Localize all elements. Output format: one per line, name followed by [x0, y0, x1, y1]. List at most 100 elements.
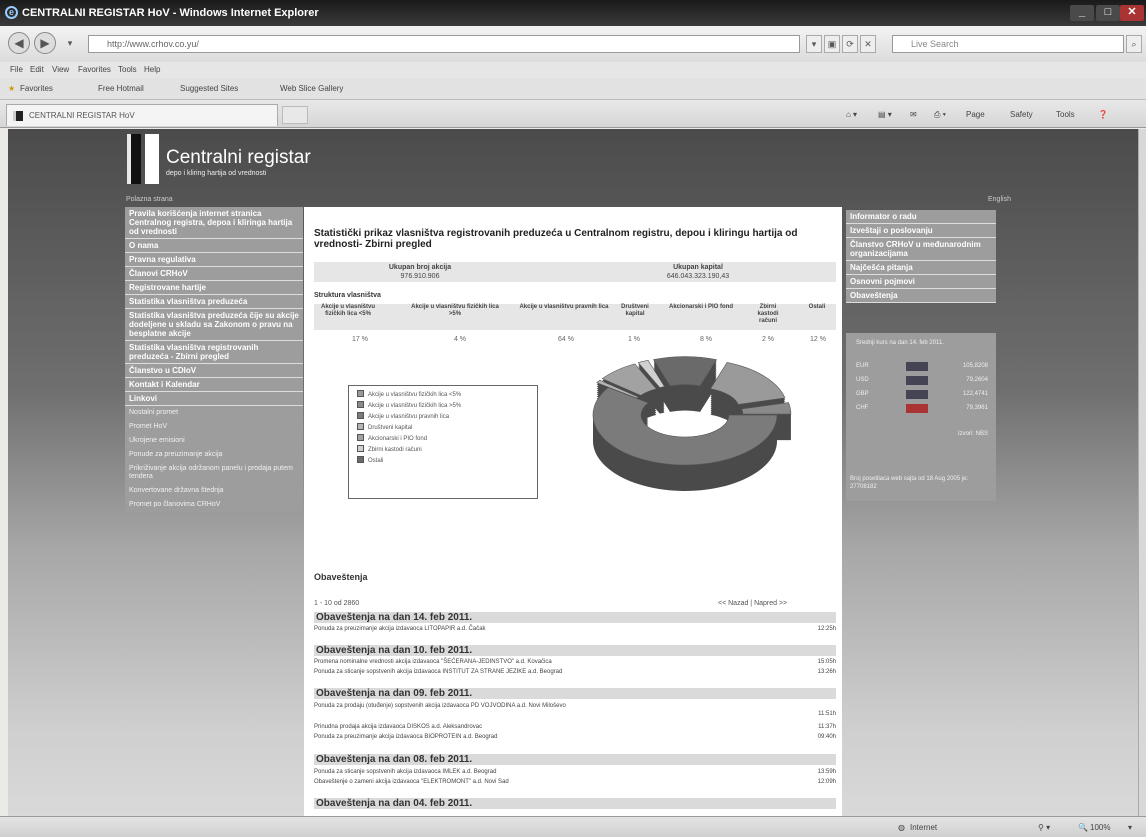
tab-centralni-registar[interactable]: CENTRALNI REGISTAR HoV	[6, 104, 278, 126]
forward-button[interactable]: ▶	[34, 32, 56, 54]
english-link[interactable]: English	[988, 196, 1011, 203]
home-link[interactable]: Polazna strana	[126, 196, 173, 203]
nav-item-securities[interactable]: Registrovane hartije	[125, 281, 303, 295]
announcement-text[interactable]: Prinudna prodaja akcija izdavaoca DISKOS…	[314, 724, 482, 730]
refresh-icon[interactable]: ⟳	[842, 35, 858, 53]
right-nav-item[interactable]: Izveštaji o poslovanju	[846, 224, 996, 238]
mail-icon[interactable]: ✉	[910, 110, 917, 119]
announcement-text[interactable]: Ponuda za sticanje sopstvenih akcija izd…	[314, 769, 496, 775]
menu-help[interactable]: Help	[144, 65, 160, 74]
announcement-row[interactable]: Ponuda za sticanje sopstvenih akcija izd…	[314, 668, 836, 676]
menu-file[interactable]: File	[10, 65, 23, 74]
announcement-row[interactable]: Promena nominalne vrednosti akcija izdav…	[314, 658, 836, 666]
right-nav-item[interactable]: Obaveštenja	[846, 289, 996, 303]
page-menu[interactable]: Page	[966, 110, 985, 119]
site-logo[interactable]	[127, 134, 141, 184]
announcements-pager[interactable]: << Nazad | Napred >>	[718, 600, 787, 607]
zoom-level[interactable]: 100%	[1090, 823, 1110, 832]
announcement-row[interactable]: Ponuda za preuzimanje akcija izdavaoca B…	[314, 733, 836, 741]
nav-subitem[interactable]: Promet po članovima CRHoV	[125, 498, 303, 512]
nav-item-links[interactable]: Linkovi	[125, 392, 303, 406]
new-tab-button[interactable]	[282, 106, 308, 124]
uk-flag-icon	[906, 390, 928, 399]
address-toolbar: ◀ ▶ ▾ http://www.crhov.co.yu/ ▾ ▣ ⟳ ✕ Li…	[0, 26, 1146, 62]
zoom-dropdown-icon[interactable]: ▾	[1128, 823, 1132, 832]
nav-subitem[interactable]: Konvertovane državna štednja	[125, 484, 303, 498]
nav-subitem[interactable]: Ponude za preuzimanje akcija	[125, 448, 303, 462]
legend-swatch	[357, 434, 364, 441]
announcement-text[interactable]: Ponuda za preuzimanje akcija izdavaoca B…	[314, 734, 497, 740]
safety-menu[interactable]: Safety	[1010, 110, 1033, 119]
tools-menu[interactable]: Tools	[1056, 110, 1075, 119]
address-input[interactable]: http://www.crhov.co.yu/	[88, 35, 800, 53]
print-icon[interactable]: ⎙ ▾	[934, 110, 946, 120]
nav-item-free-shares-stats[interactable]: Statistika vlasništva preduzeća čije su …	[125, 309, 303, 341]
nav-item-summary-stats[interactable]: Statistika vlasništva registrovanih pred…	[125, 341, 303, 364]
announcement-row[interactable]: Ponuda za prodaju (otuđenje) sopstvenih …	[314, 702, 836, 717]
maximize-button[interactable]: □	[1096, 5, 1120, 21]
nav-subitem[interactable]: Prikriživanje akcija održanom panelu i p…	[125, 462, 303, 484]
fav-link-webslice[interactable]: Web Slice Gallery	[280, 84, 343, 93]
announcement-time: 11:37h	[818, 724, 836, 730]
menu-view[interactable]: View	[52, 65, 69, 74]
menu-favorites[interactable]: Favorites	[78, 65, 111, 74]
nav-item-members[interactable]: Članovi CRHoV	[125, 267, 303, 281]
close-button[interactable]: ✕	[1120, 5, 1144, 21]
us-flag-icon	[906, 376, 928, 385]
nav-item-membership[interactable]: Članstvo u CDIoV	[125, 364, 303, 378]
announcement-text[interactable]: Promena nominalne vrednosti akcija izdav…	[314, 659, 552, 665]
nav-item-ownership-stats[interactable]: Statistika vlasništva preduzeća	[125, 295, 303, 309]
announcement-time: 15:05h	[817, 659, 836, 665]
announcement-row[interactable]: Obaveštenje o zameni akcija izdavaoca "E…	[314, 778, 836, 786]
visitor-counter: Broj posetilaca web sajta od 18 Aug 2005…	[850, 476, 969, 490]
right-nav-item[interactable]: Najčešća pitanja	[846, 261, 996, 275]
nav-subitem[interactable]: Ukrojene emisioni	[125, 434, 303, 448]
announcement-text[interactable]: Ponuda za preuzimanje akcija izdavaoca L…	[314, 626, 486, 632]
back-button[interactable]: ◀	[8, 32, 30, 54]
nav-item-rules[interactable]: Pravila korišćenja internet stranica Cen…	[125, 207, 303, 239]
zoom-icon[interactable]: 🔍	[1078, 823, 1088, 832]
rate-row: GBP 122,4741	[856, 390, 988, 400]
announcement-row[interactable]: Ponuda za sticanje sopstvenih akcija izd…	[314, 768, 836, 776]
right-nav-item[interactable]: Informator o radu	[846, 210, 996, 224]
announcement-row[interactable]: Prinudna prodaja akcija izdavaoca DISKOS…	[314, 723, 836, 731]
site-brand[interactable]: Centralni registar	[166, 147, 311, 169]
feeds-icon[interactable]: ▤ ▾	[878, 110, 892, 119]
right-nav-item[interactable]: Članstvo CRHoV u međunarodnim organizaci…	[846, 238, 996, 261]
total-shares: Ukupan broj akcija 976.910.906	[360, 263, 480, 281]
rates-source-link[interactable]: Izvori: NBS	[958, 431, 988, 437]
help-icon[interactable]: ❓	[1098, 110, 1108, 119]
protected-mode-icon[interactable]: ⚲ ▾	[1038, 823, 1050, 832]
right-navigation: Informator o radu Izveštaji o poslovanju…	[846, 210, 996, 303]
address-dropdown-icon[interactable]: ▾	[806, 35, 822, 53]
favorites-star-icon: ★	[8, 84, 16, 93]
history-dropdown-icon[interactable]: ▾	[62, 35, 78, 53]
right-nav-item[interactable]: Osnovni pojmovi	[846, 275, 996, 289]
fav-link-suggested[interactable]: Suggested Sites	[180, 84, 238, 93]
legend-swatch	[357, 423, 364, 430]
nav-subitem[interactable]: Nostalni promet	[125, 406, 303, 420]
menu-tools[interactable]: Tools	[118, 65, 137, 74]
nav-subitem[interactable]: Promet HoV	[125, 420, 303, 434]
nav-item-contact[interactable]: Kontakt i Kalendar	[125, 378, 303, 392]
compat-view-icon[interactable]: ▣	[824, 35, 840, 53]
structure-header: Akcije u vlasništvu pravnih lica	[519, 304, 609, 310]
stop-icon[interactable]: ✕	[860, 35, 876, 53]
fav-link-hotmail[interactable]: Free Hotmail	[98, 84, 144, 93]
announcement-row[interactable]: Ponuda za preuzimanje akcija izdavaoca L…	[314, 625, 836, 633]
menu-edit[interactable]: Edit	[30, 65, 44, 74]
announcement-text[interactable]: Ponuda za prodaju (otuđenje) sopstvenih …	[314, 703, 566, 709]
vertical-scrollbar[interactable]	[1138, 129, 1146, 816]
legend-item: Akcije u vlasništvu pravnih lica	[357, 412, 529, 423]
search-input[interactable]: Live Search	[892, 35, 1124, 53]
site-favicon-icon	[13, 111, 23, 121]
swiss-flag-icon	[906, 404, 928, 413]
nav-item-regulations[interactable]: Pravna regulativa	[125, 253, 303, 267]
home-icon[interactable]: ⌂ ▾	[846, 110, 857, 119]
announcement-text[interactable]: Obaveštenje o zameni akcija izdavaoca "E…	[314, 779, 509, 785]
minimize-button[interactable]: _	[1070, 5, 1094, 21]
favorites-button[interactable]: Favorites	[20, 84, 53, 93]
search-icon[interactable]: ⌕	[1126, 35, 1142, 53]
nav-item-about[interactable]: O nama	[125, 239, 303, 253]
announcement-text[interactable]: Ponuda za sticanje sopstvenih akcija izd…	[314, 669, 562, 675]
